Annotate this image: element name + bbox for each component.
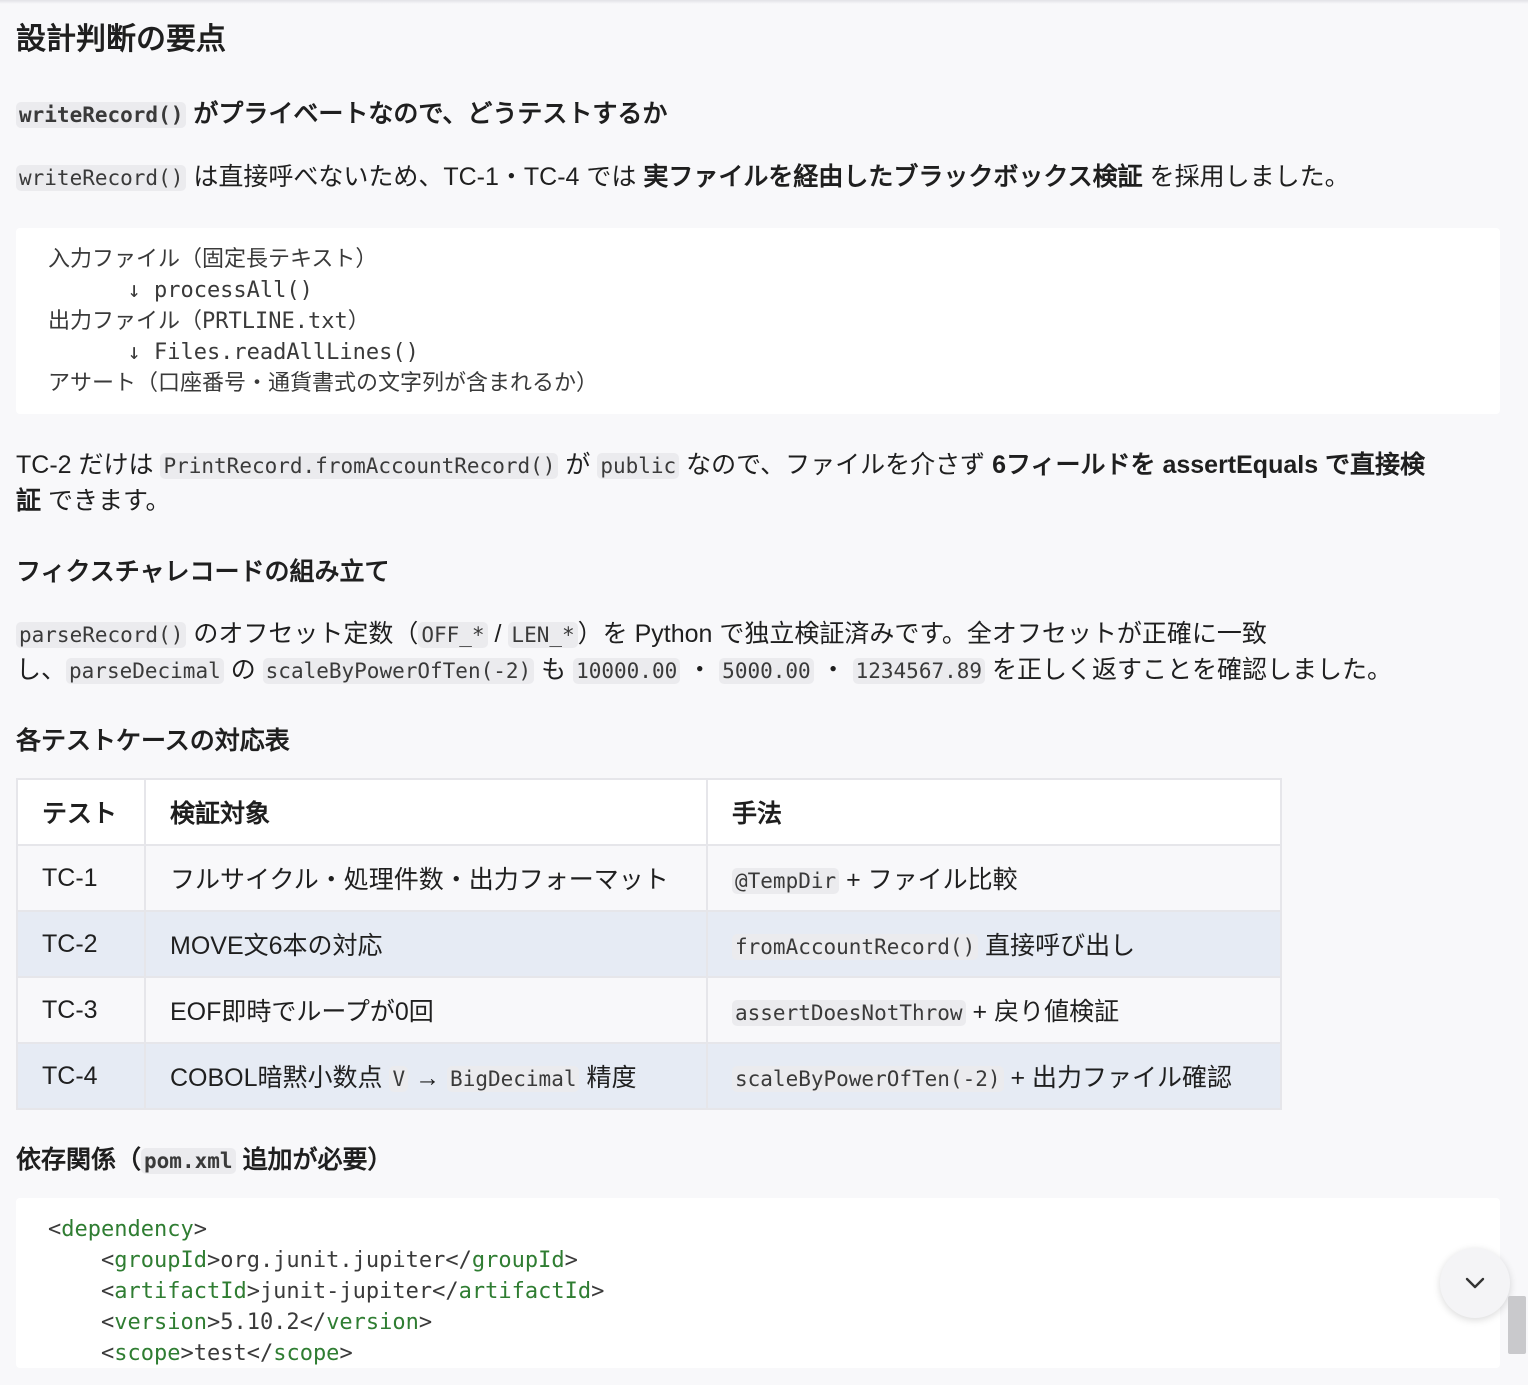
cell-test: TC-4 [16,1042,146,1110]
text: ・ [687,656,713,684]
table-row: TC-2 MOVE文6本の対応 fromAccountRecord() 直接呼び… [16,910,1282,978]
chevron-down-icon [1465,1277,1485,1289]
table-header-row: テスト 検証対象 手法 [16,778,1282,846]
inline-code: V [389,1066,409,1092]
paragraph-fixture: parseRecord() のオフセット定数（ OFF_* / LEN_* ）を P… [16,617,1392,689]
bold-text: 6フィールドを assertEquals で直接検 [992,451,1426,479]
bold-text: 実ファイルを経由したブラックボックス検証 [643,163,1143,191]
text: を採用しました。 [1149,163,1350,191]
inline-code: assertDoesNotThrow [732,1000,966,1026]
text: ・ [820,656,846,684]
cell-target: EOF即時でループが0回 [144,976,708,1044]
flow-line: 入力ファイル（固定長テキスト） [48,247,378,272]
text: し、 [16,656,67,684]
xml-tag: artifactId [114,1279,247,1304]
inline-code: parseRecord() [16,622,187,648]
cell-method: @TempDir + ファイル比較 [706,844,1282,912]
inline-code: pom.xml [141,1148,236,1174]
text: + ファイル比較 [846,866,1018,894]
inline-code: 10000.00 [573,658,681,684]
column-header: テスト [16,778,146,846]
text: + 戻り値検証 [972,998,1120,1026]
inline-code: LEN_* [508,622,578,648]
table-row: TC-1 フルサイクル・処理件数・出力フォーマット @TempDir + ファイ… [16,844,1282,912]
xml-tag: version [114,1310,207,1335]
text: TC-2 だけは [16,451,154,479]
xml-code-block: <dependency> <groupId>org.junit.jupiter<… [16,1198,1500,1368]
inline-code: 5000.00 [719,658,814,684]
xml-value: junit-jupiter [259,1279,433,1304]
scroll-to-bottom-button[interactable] [1440,1248,1510,1318]
inline-code: @TempDir [732,868,840,894]
text: できます。 [47,487,171,515]
text: COBOL暗黙小数点 [170,1064,383,1092]
text: + 出力ファイル確認 [1010,1064,1233,1092]
xml-tag: groupId [471,1248,565,1273]
flow-line: 出力ファイル（PRTLINE.txt） [48,309,370,334]
text: 依存関係（ [16,1146,142,1174]
subheading-private-test: writeRecord() がプライベートなので、どうテストするか [16,94,667,130]
inline-code: parseDecimal [66,658,224,684]
text: 精度 [586,1064,637,1092]
cell-test: TC-2 [16,910,146,978]
cell-method: assertDoesNotThrow + 戻り値検証 [706,976,1282,1044]
text: ）を Python で独立検証済みです。全オフセットが正確に一致 [577,620,1267,648]
cell-target: MOVE文6本の対応 [144,910,708,978]
xml-value: org.junit.jupiter [220,1248,446,1273]
subheading-fixture: フィクスチャレコードの組み立て [16,558,390,586]
inline-code: scaleByPowerOfTen(-2) [262,658,535,684]
xml-tag: dependency [61,1217,194,1242]
inline-code: OFF_* [418,622,488,648]
inline-code: fromAccountRecord() [732,934,979,960]
cell-target: フルサイクル・処理件数・出力フォーマット [144,844,708,912]
text: が [565,451,591,479]
xml-tag: artifactId [458,1279,592,1304]
inline-code: BigDecimal [447,1066,580,1092]
inline-code: public [597,453,680,479]
text: なので、ファイルを介さず [686,451,986,479]
flow-code-block: 入力ファイル（固定長テキスト） ↓ processAll() 出力ファイル（PR… [16,228,1500,414]
paragraph-tc2: TC-2 だけは PrintRecord.fromAccountRecord()… [16,448,1425,519]
cell-test: TC-3 [16,976,146,1044]
inline-code: scaleByPowerOfTen(-2) [732,1066,1004,1092]
text: → [415,1064,441,1092]
bold-text: 証 [16,487,42,515]
text: / [494,620,502,648]
cell-method: scaleByPowerOfTen(-2) + 出力ファイル確認 [706,1042,1282,1110]
text: のオフセット定数（ [193,620,419,648]
section-heading: 設計判断の要点 [16,23,226,56]
text: 直接呼び出し [985,932,1136,960]
flow-line: アサート（口座番号・通貨書式の文字列が含まれるか） [48,371,599,396]
table-row: TC-4 COBOL暗黙小数点 V → BigDecimal 精度 scaleB… [16,1042,1282,1110]
scrollbar-thumb[interactable] [1508,1296,1526,1354]
xml-tag: version [326,1310,419,1335]
inline-code: writeRecord() [16,102,187,128]
xml-tag: groupId [114,1248,207,1273]
inline-code: PrintRecord.fromAccountRecord() [160,453,559,479]
testcase-table: テスト 検証対象 手法 TC-1 フルサイクル・処理件数・出力フォーマット @T… [16,778,1282,1110]
table-row: TC-3 EOF即時でループが0回 assertDoesNotThrow + 戻… [16,976,1282,1044]
flow-line: ↓ processAll() [48,278,313,303]
text: 追加が必要） [242,1146,393,1174]
cell-target: COBOL暗黙小数点 V → BigDecimal 精度 [144,1042,708,1110]
subheading-dependency: 依存関係（ pom.xml 追加が必要） [16,1140,393,1176]
inline-code: writeRecord() [16,165,187,191]
top-shadow [0,0,1528,4]
flow-line: ↓ Files.readAllLines() [48,340,419,365]
text: も [541,656,567,684]
column-header: 手法 [706,778,1282,846]
text: を正しく返すことを確認しました。 [992,656,1393,684]
text: は直接呼べないため、TC-1・TC-4 では [193,163,637,191]
cell-test: TC-1 [16,844,146,912]
cell-method: fromAccountRecord() 直接呼び出し [706,910,1282,978]
paragraph-blackbox: writeRecord() は直接呼べないため、TC-1・TC-4 では 実ファ… [16,160,1350,196]
subheading-text: がプライベートなので、どうテストするか [193,100,668,128]
xml-value: 5.10.2 [220,1310,300,1335]
column-header: 検証対象 [144,778,708,846]
text: の [230,656,256,684]
subheading-table: 各テストケースの対応表 [16,727,290,755]
inline-code: 1234567.89 [852,658,986,684]
